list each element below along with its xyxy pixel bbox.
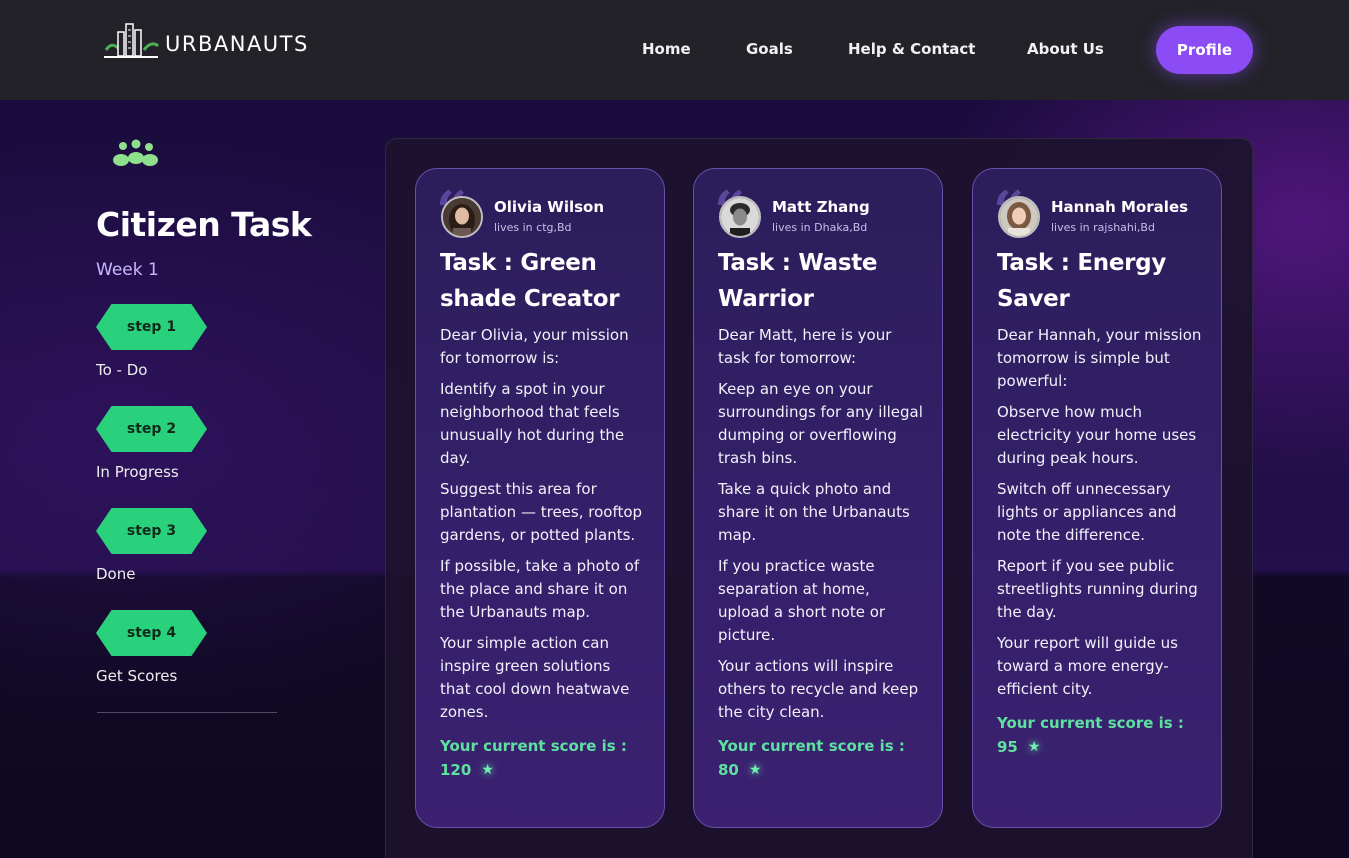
sidebar-divider — [97, 712, 277, 713]
task-description: Dear Hannah, your mission tomorrow is si… — [997, 324, 1202, 759]
week-label: Week 1 — [96, 260, 159, 280]
star-icon: ★ — [481, 762, 494, 778]
building-leaf-logo-icon — [104, 23, 160, 58]
step-1-badge[interactable]: step 1 — [96, 304, 207, 350]
task-card-olivia[interactable]: “ Olivia Wilson lives in ctg,Bd Task : G… — [415, 168, 665, 828]
score-row: 80 ★ — [718, 758, 923, 782]
nav-help-contact[interactable]: Help & Contact — [848, 40, 975, 58]
nav-home[interactable]: Home — [642, 40, 691, 58]
task-paragraph: Suggest this area for plantation — trees… — [440, 480, 643, 544]
task-paragraph: Identify a spot in your neighborhood tha… — [440, 380, 625, 467]
task-description: Dear Matt, here is your task for tomorro… — [718, 324, 923, 782]
step-2-label: In Progress — [96, 463, 179, 481]
person-name: Hannah Morales — [1051, 198, 1189, 216]
score-value: 120 — [440, 761, 472, 779]
avatar — [441, 196, 483, 238]
step-3-badge[interactable]: step 3 — [96, 508, 207, 554]
person-location: lives in rajshahi,Bd — [1051, 221, 1155, 234]
person-name: Matt Zhang — [772, 198, 870, 216]
score-row: 95 ★ — [997, 735, 1202, 759]
score-value: 95 — [997, 738, 1018, 756]
star-icon: ★ — [1027, 739, 1041, 755]
step-1-label: To - Do — [96, 361, 148, 379]
task-title: Task : Energy Saver — [997, 250, 1167, 312]
score-label: Your current score is : — [997, 714, 1184, 732]
star-icon: ★ — [748, 762, 762, 778]
task-paragraph: If you practice waste separation at home… — [718, 557, 886, 644]
task-title: Task : Green shade Creator — [440, 250, 620, 312]
person-location: lives in Dhaka,Bd — [772, 221, 868, 234]
task-paragraph: Report if you see public streetlights ru… — [997, 557, 1198, 621]
task-paragraph: Dear Hannah, your mission tomorrow is si… — [997, 326, 1202, 390]
score-label: Your current score is : — [718, 737, 905, 755]
task-paragraph: Observe how much electricity your home u… — [997, 403, 1197, 467]
nav-about-us[interactable]: About Us — [1027, 40, 1104, 58]
task-paragraph: Your report will guide us toward a more … — [997, 634, 1178, 698]
task-paragraph: Keep an eye on your surroundings for any… — [718, 380, 923, 467]
task-paragraph: Take a quick photo and share it on the U… — [718, 480, 910, 544]
task-paragraph: Your simple action can inspire green sol… — [440, 634, 630, 721]
task-paragraph: If possible, take a photo of the place a… — [440, 557, 640, 621]
top-navbar: URBANAUTS Home Goals Help & Contact Abou… — [0, 0, 1349, 100]
task-paragraph: Switch off unnecessary lights or applian… — [997, 480, 1177, 544]
task-card-matt[interactable]: “ Matt Zhang lives in Dhaka,Bd Task : Wa… — [693, 168, 943, 828]
avatar — [998, 196, 1040, 238]
nav-goals[interactable]: Goals — [746, 40, 793, 58]
brand-name: URBANAUTS — [165, 32, 309, 56]
step-4-label: Get Scores — [96, 667, 178, 685]
avatar — [719, 196, 761, 238]
task-title: Task : Waste Warrior — [718, 250, 878, 312]
score-value: 80 — [718, 761, 739, 779]
step-2-badge[interactable]: step 2 — [96, 406, 207, 452]
person-location: lives in ctg,Bd — [494, 221, 572, 234]
task-paragraph: Your actions will inspire others to recy… — [718, 657, 919, 721]
score-label: Your current score is : — [440, 737, 627, 755]
person-name: Olivia Wilson — [494, 198, 605, 216]
score-row: 120 ★ — [440, 758, 645, 782]
page-title: Citizen Task — [96, 205, 312, 244]
people-group-icon — [113, 139, 158, 166]
brand-logo[interactable]: URBANAUTS — [100, 20, 350, 62]
task-description: Dear Olivia, your mission for tomorrow i… — [440, 324, 645, 782]
task-paragraph: Dear Matt, here is your task for tomorro… — [718, 326, 892, 367]
profile-button[interactable]: Profile — [1156, 26, 1253, 74]
task-card-hannah[interactable]: “ Hannah Morales lives in rajshahi,Bd Ta… — [972, 168, 1222, 828]
step-4-badge[interactable]: step 4 — [96, 610, 207, 656]
task-paragraph: Dear Olivia, your mission for tomorrow i… — [440, 326, 629, 367]
step-3-label: Done — [96, 565, 136, 583]
